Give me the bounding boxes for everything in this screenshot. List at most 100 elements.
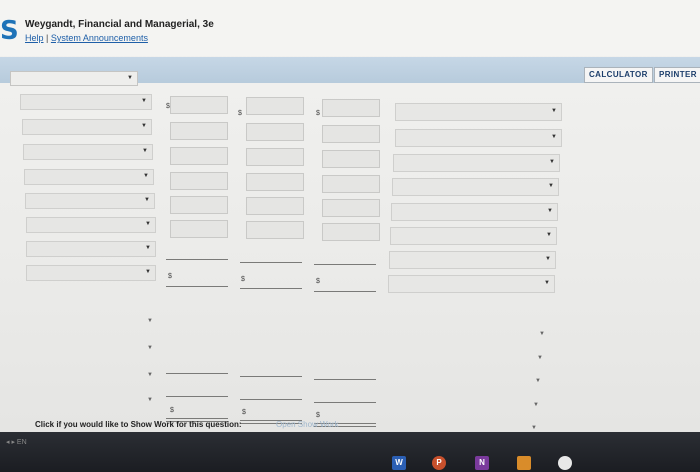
description-select[interactable]: ▼ (391, 203, 558, 221)
subtotal-line (240, 399, 302, 400)
amount-input[interactable] (322, 99, 380, 117)
chevron-down-icon: ▼ (548, 183, 554, 189)
help-link[interactable]: Help (25, 33, 44, 43)
show-work-prompt: Click if you would like to Show Work for… (35, 420, 242, 429)
subtotal-line (240, 262, 302, 263)
chevron-down-icon: ▼ (144, 197, 150, 203)
description-select[interactable]: ▼ (392, 178, 559, 196)
chevron-down-icon: ▼ (147, 345, 153, 351)
powerpoint-app-icon[interactable]: P (432, 456, 446, 470)
amount-input[interactable] (322, 125, 380, 143)
chevron-down-icon: ▼ (537, 355, 543, 361)
description-select[interactable]: ▼ (389, 251, 556, 269)
chevron-down-icon: ▼ (535, 378, 541, 384)
currency-symbol: $ (316, 278, 320, 285)
wileyplus-logo: S (0, 16, 19, 46)
subtotal-line (166, 259, 228, 260)
currency-symbol: $ (316, 110, 320, 117)
account-select[interactable]: ▼ (26, 265, 156, 281)
chevron-down-icon: ▼ (549, 159, 555, 165)
subtotal-line (240, 376, 302, 377)
account-select[interactable]: ▼ (26, 217, 156, 233)
chevron-down-icon: ▼ (551, 108, 557, 114)
word-app-icon[interactable]: W (392, 456, 406, 470)
onenote-app-icon[interactable]: N (475, 456, 489, 470)
account-select[interactable]: ▼ (22, 119, 152, 135)
amount-input[interactable] (170, 147, 228, 165)
chevron-down-icon: ▼ (551, 134, 557, 140)
app-window: S Weygandt, Financial and Managerial, 3e… (0, 0, 700, 452)
total-line (240, 288, 302, 289)
description-select[interactable]: ▼ (395, 103, 562, 121)
amount-input[interactable] (246, 123, 304, 141)
chevron-down-icon: ▼ (127, 75, 133, 81)
amount-input[interactable] (246, 221, 304, 239)
amount-input[interactable] (246, 148, 304, 166)
taskbar-left-text: ◂ ▸ EN (6, 439, 27, 446)
chevron-down-icon: ▼ (141, 123, 147, 129)
chevron-down-icon: ▼ (545, 256, 551, 262)
link-separator: | (46, 33, 49, 43)
account-select[interactable]: ▼ (25, 193, 155, 209)
currency-symbol: $ (316, 412, 320, 419)
amount-input[interactable] (322, 199, 380, 217)
currency-symbol: $ (170, 407, 174, 414)
chevron-down-icon: ▼ (531, 425, 537, 431)
amount-input[interactable] (246, 173, 304, 191)
amount-input[interactable] (322, 175, 380, 193)
chevron-down-icon: ▼ (147, 397, 153, 403)
amount-input[interactable] (322, 223, 380, 241)
chevron-down-icon: ▼ (145, 245, 151, 251)
system-announcements-link[interactable]: System Announcements (51, 33, 148, 43)
subtotal-line (314, 379, 376, 380)
amount-input[interactable] (170, 96, 228, 114)
currency-symbol: $ (242, 409, 246, 416)
subtotal-line (166, 373, 228, 374)
page-header: S Weygandt, Financial and Managerial, 3e… (0, 0, 700, 56)
currency-symbol: $ (241, 276, 245, 283)
chevron-down-icon: ▼ (145, 221, 151, 227)
account-select[interactable]: ▼ (26, 241, 156, 257)
chevron-down-icon: ▼ (142, 148, 148, 154)
amount-input[interactable] (170, 122, 228, 140)
amount-input[interactable] (246, 197, 304, 215)
chevron-down-icon: ▼ (147, 318, 153, 324)
description-select[interactable]: ▼ (393, 154, 560, 172)
book-title: Weygandt, Financial and Managerial, 3e (25, 19, 214, 30)
chevron-down-icon: ▼ (145, 269, 151, 275)
amount-input[interactable] (170, 196, 228, 214)
chevron-down-icon: ▼ (141, 98, 147, 104)
amount-input[interactable] (170, 220, 228, 238)
subtotal-line (166, 396, 228, 397)
open-show-work-link[interactable]: Open Show Work (276, 420, 339, 429)
subtotal-line (314, 402, 376, 403)
amount-input[interactable] (246, 97, 304, 115)
total-line (166, 286, 228, 287)
description-select[interactable]: ▼ (395, 129, 562, 147)
heading-select[interactable]: ▼ (10, 71, 138, 86)
description-select[interactable]: ▼ (390, 227, 557, 245)
amount-input[interactable] (322, 150, 380, 168)
chevron-down-icon: ▼ (544, 280, 550, 286)
os-taskbar: ◂ ▸ EN W P N (0, 432, 700, 472)
chevron-down-icon: ▼ (533, 402, 539, 408)
chevron-down-icon: ▼ (546, 232, 552, 238)
chevron-down-icon: ▼ (539, 331, 545, 337)
chevron-down-icon: ▼ (143, 173, 149, 179)
header-links: Help | System Announcements (25, 33, 148, 43)
total-line (314, 291, 376, 292)
chevron-down-icon: ▼ (547, 208, 553, 214)
currency-symbol: $ (168, 273, 172, 280)
account-select[interactable]: ▼ (24, 169, 154, 185)
printer-button[interactable]: PRINTER (654, 67, 700, 83)
account-select[interactable]: ▼ (20, 94, 152, 110)
subtotal-line (314, 264, 376, 265)
app-icon[interactable] (517, 456, 531, 470)
calculator-button[interactable]: CALCULATOR (584, 67, 653, 83)
amount-input[interactable] (170, 172, 228, 190)
description-select[interactable]: ▼ (388, 275, 555, 293)
currency-symbol: $ (238, 110, 242, 117)
chevron-down-icon: ▼ (147, 372, 153, 378)
browser-icon[interactable] (558, 456, 572, 470)
account-select[interactable]: ▼ (23, 144, 153, 160)
